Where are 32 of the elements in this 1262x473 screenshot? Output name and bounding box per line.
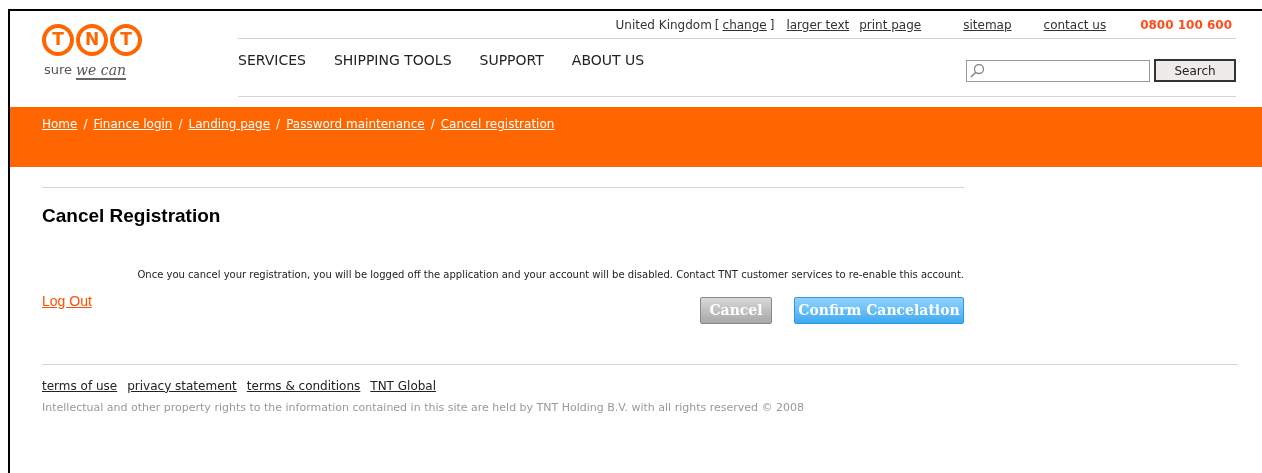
breadcrumb-separator: / bbox=[430, 116, 435, 133]
top-link[interactable]: larger text bbox=[786, 15, 850, 34]
nav-link[interactable]: ABOUT US bbox=[571, 50, 645, 71]
logo-tagline: we can bbox=[76, 62, 126, 80]
footer-link[interactable]: terms & conditions bbox=[246, 376, 361, 395]
footer-link[interactable]: privacy statement bbox=[127, 376, 237, 395]
breadcrumb-separator: / bbox=[276, 116, 281, 133]
nav-link[interactable]: SHIPPING TOOLS bbox=[333, 50, 452, 71]
top-link[interactable]: print page bbox=[859, 15, 922, 34]
search-field[interactable] bbox=[966, 59, 1150, 82]
bracket-text: ] bbox=[769, 16, 775, 34]
logo-letter: T bbox=[110, 24, 142, 56]
logo-letter: N bbox=[76, 24, 108, 56]
breadcrumb-separator: / bbox=[83, 116, 88, 133]
page-heading: Cancel Registration bbox=[42, 204, 222, 228]
nav-link[interactable]: SUPPORT bbox=[479, 50, 544, 71]
top-link[interactable]: contact us bbox=[1043, 15, 1107, 34]
copyright-text: Intellectual and other property rights to the information contained in this site are held by TNT Holding B.V. with all rights reserved © 2008 bbox=[42, 399, 806, 416]
logo-tagline: sure bbox=[44, 61, 73, 79]
phone-number: 0800 100 600 bbox=[1140, 16, 1232, 34]
bracket-text: [ bbox=[714, 16, 720, 34]
search-icon bbox=[970, 63, 985, 78]
change-link[interactable]: change bbox=[722, 15, 767, 34]
footer-link[interactable]: TNT Global bbox=[370, 376, 437, 395]
breadcrumb-separator: / bbox=[178, 116, 183, 133]
footer-link[interactable]: terms of use bbox=[42, 376, 118, 395]
top-link[interactable]: sitemap bbox=[963, 15, 1012, 34]
message-text: Once you cancel your registration, you will be logged off the application and your account will be disabled. Contact TNT customer services to re-enable this account. bbox=[136, 267, 964, 282]
logo-letter: T bbox=[42, 24, 74, 56]
country-label: United Kingdom bbox=[615, 16, 712, 34]
nav-link[interactable]: SERVICES bbox=[238, 50, 306, 71]
search-button[interactable]: Search bbox=[1154, 59, 1236, 82]
